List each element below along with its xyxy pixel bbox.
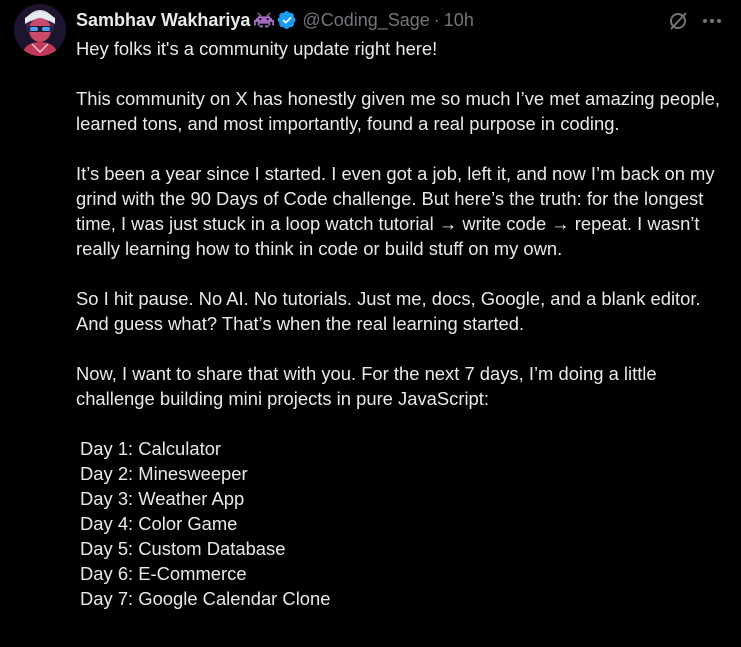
post-text: Hey folks it's a community update right …: [76, 36, 731, 611]
day-item-3: Day 3: Weather App: [80, 488, 245, 509]
day-item-4: Day 4: Color Game: [80, 513, 238, 534]
author-handle[interactable]: @Coding_Sage: [302, 8, 429, 32]
day-item-2: Day 2: Minesweeper: [80, 463, 248, 484]
post-header: Sambhav Wakhariya @Coding_Sage · 10h: [76, 8, 474, 32]
post-paragraph-4: So I hit pause. No AI. No tutorials. Jus…: [76, 288, 701, 334]
post-paragraph-3: It’s been a year since I started. I even…: [76, 163, 715, 259]
verified-badge-icon[interactable]: [277, 10, 297, 30]
day-item-7: Day 7: Google Calendar Clone: [80, 588, 331, 609]
space-invader-icon: [254, 10, 275, 30]
grok-slash-icon[interactable]: [667, 10, 689, 32]
post-time[interactable]: 10h: [444, 8, 474, 32]
more-dots-icon[interactable]: [700, 10, 724, 32]
display-name[interactable]: Sambhav Wakhariya: [76, 8, 250, 32]
avatar[interactable]: [14, 4, 66, 56]
post-paragraph-2: This community on X has honestly given m…: [76, 88, 720, 134]
post-paragraph-1: Hey folks it's a community update right …: [76, 38, 438, 59]
day-item-5: Day 5: Custom Database: [80, 538, 286, 559]
avatar-image: [14, 4, 66, 56]
day-item-6: Day 6: E-Commerce: [80, 563, 247, 584]
separator-dot: ·: [433, 10, 440, 30]
day-list: Day 1: Calculator Day 2: Minesweeper Day…: [76, 436, 731, 611]
post-paragraph-5: Now, I want to share that with you. For …: [76, 363, 657, 409]
day-item-1: Day 1: Calculator: [80, 438, 222, 459]
post: Sambhav Wakhariya @Coding_Sage · 10h Hey…: [0, 0, 741, 647]
